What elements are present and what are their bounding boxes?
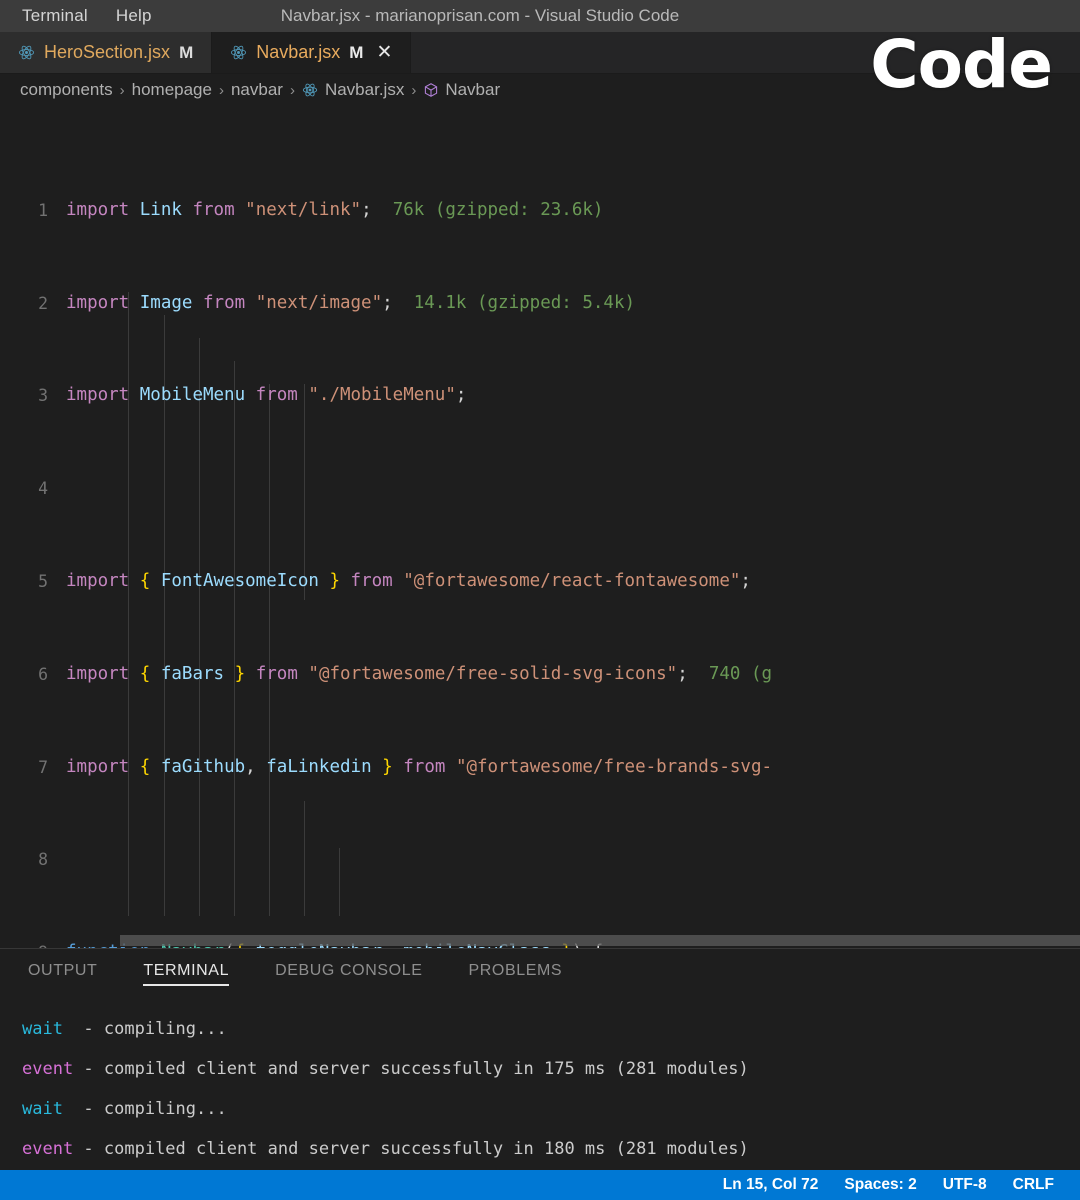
breadcrumb-label: Navbar (445, 80, 501, 99)
tab-label: HeroSection.jsx (44, 42, 171, 62)
panel-tab-problems[interactable]: PROBLEMS (468, 949, 562, 993)
terminal-line: event - compiled client and server succe… (22, 1139, 1080, 1159)
status-eol[interactable]: CRLF (1013, 1176, 1054, 1194)
status-bar: Ln 15, Col 72 Spaces: 2 UTF-8 CRLF (0, 1170, 1080, 1200)
terminal-text: - compiled client and server successfull… (73, 1059, 749, 1079)
terminal-label: event (22, 1139, 74, 1159)
tab-dirty-indicator: M (349, 42, 364, 62)
terminal-label: event (22, 1059, 74, 1079)
tab-herosection-jsx[interactable]: HeroSection.jsx M (0, 32, 213, 73)
vscode-window: Terminal Help Navbar.jsx - marianoprisan… (0, 0, 1080, 1200)
code-line: 7 import { faGithub, faLinkedin } from "@… (0, 756, 1080, 779)
terminal-output[interactable]: wait - compiling... event - compiled cli… (0, 993, 1080, 1170)
code-lines: 1 import Link from "next/link"; 76k (gzip… (0, 106, 1080, 948)
breadcrumb-item-components[interactable]: components (20, 80, 113, 100)
line-number: 7 (38, 757, 48, 777)
panel-tab-debug-console[interactable]: DEBUG CONSOLE (275, 949, 422, 993)
menu-item-help[interactable]: Help (116, 6, 152, 26)
breadcrumb-item-navbar-jsx[interactable]: Navbar.jsx (302, 80, 404, 100)
terminal-line: wait - compiling... (22, 1099, 1080, 1119)
code-text: import { faBars } from "@fortawesome/fre… (66, 663, 773, 684)
code-text: import { faGithub, faLinkedin } from "@f… (66, 756, 773, 777)
chevron-right-icon: › (119, 81, 125, 99)
breadcrumb-label: Navbar.jsx (324, 80, 405, 99)
panel-tab-bar: OUTPUT TERMINAL DEBUG CONSOLE PROBLEMS (0, 949, 1080, 993)
line-number: 4 (38, 479, 48, 499)
panel-tab-output[interactable]: OUTPUT (28, 949, 97, 993)
react-icon (302, 82, 319, 99)
code-line: 8 (0, 848, 1080, 871)
status-cursor-position[interactable]: Ln 15, Col 72 (723, 1176, 819, 1194)
menu-bar: Terminal Help (0, 6, 152, 26)
code-text: import { FontAwesomeIcon } from "@fortaw… (66, 571, 751, 591)
line-number: 8 (38, 850, 48, 870)
tab-navbar-jsx[interactable]: Navbar.jsx M ✕ (212, 32, 412, 73)
line-number: 6 (38, 664, 48, 684)
line-number: 5 (38, 572, 48, 591)
code-line: 4 (0, 477, 1080, 500)
editor-horizontal-scrollbar[interactable] (120, 935, 1080, 946)
code-line: 2 import Image from "next/image"; 14.1k (… (0, 292, 1080, 315)
terminal-label: wait (22, 1099, 63, 1119)
terminal-line: event - compiled client and server succe… (22, 1059, 1080, 1079)
terminal-text: - compiling... (62, 1019, 227, 1039)
code-line: 1 import Link from "next/link"; 76k (gzip… (0, 199, 1080, 222)
chevron-right-icon: › (289, 81, 295, 99)
code-line: 6 import { faBars } from "@fortawesome/fr… (0, 663, 1080, 686)
status-indentation[interactable]: Spaces: 2 (844, 1176, 916, 1194)
react-icon (18, 44, 35, 61)
code-text: import Link from "next/link"; 76k (gzipp… (66, 199, 604, 220)
cube-icon (423, 82, 439, 98)
breadcrumb-item-homepage[interactable]: homepage (132, 80, 212, 100)
line-number: 9 (0, 941, 66, 948)
menu-item-terminal[interactable]: Terminal (22, 6, 88, 26)
code-text: import Image from "next/image"; 14.1k (g… (66, 292, 636, 313)
terminal-line: wait - compiling... (22, 1019, 1080, 1039)
code-line: 5 import { FontAwesomeIcon } from "@forta… (0, 570, 1080, 593)
window-title: Navbar.jsx - marianoprisan.com - Visual … (280, 6, 680, 25)
line-number: 1 (38, 200, 48, 220)
breadcrumb-item-navbar[interactable]: navbar (231, 80, 283, 100)
breadcrumb-item-symbol-navbar[interactable]: Navbar (423, 80, 500, 100)
code-text: import MobileMenu from "./MobileMenu"; (66, 385, 467, 406)
line-number: 2 (38, 293, 48, 313)
title-bar: Terminal Help Navbar.jsx - marianoprisan… (0, 0, 1080, 32)
line-number: 3 (38, 386, 48, 406)
chevron-right-icon: › (218, 81, 224, 99)
bottom-panel: OUTPUT TERMINAL DEBUG CONSOLE PROBLEMS w… (0, 948, 1080, 1170)
code-line: 3 import MobileMenu from "./MobileMenu"; (0, 384, 1080, 407)
status-encoding[interactable]: UTF-8 (943, 1176, 987, 1194)
tab-label: Navbar.jsx (256, 42, 341, 62)
terminal-text: - compiled client and server successfull… (73, 1139, 749, 1159)
code-editor[interactable]: 1 import Link from "next/link"; 76k (gzip… (0, 106, 1080, 948)
terminal-text: - compiling... (62, 1099, 227, 1119)
close-icon[interactable]: ✕ (376, 43, 392, 62)
breadcrumb: components › homepage › navbar › Navbar.… (0, 74, 1080, 106)
tab-dirty-indicator: M (179, 42, 194, 62)
terminal-label: wait (22, 1019, 63, 1039)
panel-tab-terminal[interactable]: TERMINAL (143, 949, 229, 993)
chevron-right-icon: › (411, 81, 417, 99)
editor-tab-bar: HeroSection.jsx M Navbar.jsx M ✕ (0, 32, 1080, 74)
react-icon (230, 44, 247, 61)
